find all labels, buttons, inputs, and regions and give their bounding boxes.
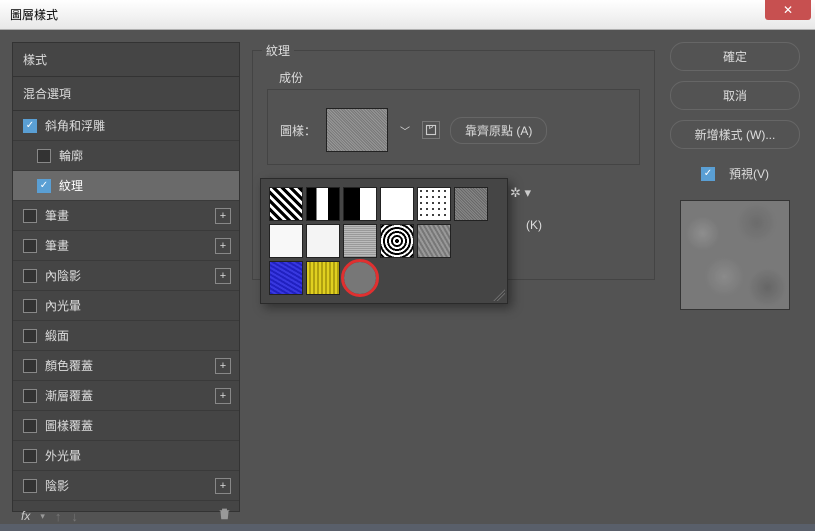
add-effect-button[interactable]: + xyxy=(215,478,231,494)
pattern-swatch[interactable] xyxy=(269,261,303,295)
pattern-swatch[interactable] xyxy=(306,224,340,258)
style-checkbox[interactable] xyxy=(23,329,37,343)
style-label: 內光暈 xyxy=(45,297,81,314)
style-row[interactable]: 外光暈 xyxy=(13,441,239,471)
style-row[interactable]: 顏色覆蓋 + xyxy=(13,351,239,381)
add-effect-button[interactable]: + xyxy=(215,208,231,224)
trash-icon[interactable] xyxy=(218,507,231,525)
gear-icon[interactable]: ✲ ▾ xyxy=(510,185,531,201)
style-row[interactable]: 筆畫 + xyxy=(13,231,239,261)
add-effect-button[interactable]: + xyxy=(215,388,231,404)
style-row[interactable]: 內光暈 xyxy=(13,291,239,321)
pattern-swatch[interactable] xyxy=(454,187,488,221)
style-checkbox[interactable] xyxy=(23,479,37,493)
resize-grip-icon[interactable] xyxy=(493,289,505,301)
ok-button[interactable]: 確定 xyxy=(670,42,800,71)
style-row[interactable]: 斜角和浮雕 xyxy=(13,111,239,141)
style-row[interactable]: 紋理 xyxy=(13,171,239,201)
elements-label: 成份 xyxy=(279,69,303,86)
snap-origin-button[interactable]: 靠齊原點 (A) xyxy=(450,117,547,144)
new-style-button[interactable]: 新增樣式 (W)... xyxy=(670,120,800,149)
fx-dropdown-icon[interactable]: ▾ xyxy=(40,511,45,522)
pattern-grid xyxy=(269,187,499,295)
styles-panel: 樣式 混合選項 斜角和浮雕輪廓紋理筆畫+筆畫+內陰影+內光暈緞面顏色覆蓋+漸層覆… xyxy=(12,42,240,512)
add-effect-button[interactable]: + xyxy=(215,358,231,374)
pattern-swatch[interactable] xyxy=(417,187,451,221)
pattern-picker: ✲ ▾ xyxy=(260,178,508,304)
preview-texture xyxy=(681,201,789,309)
preview-box xyxy=(680,200,790,310)
shortcut-label: (K) xyxy=(526,218,542,232)
style-checkbox[interactable] xyxy=(23,389,37,403)
styles-header[interactable]: 樣式 xyxy=(13,43,239,77)
style-checkbox[interactable] xyxy=(23,419,37,433)
style-row[interactable]: 筆畫 + xyxy=(13,201,239,231)
add-effect-button[interactable]: + xyxy=(215,238,231,254)
pattern-row: 圖樣： ﹀ 靠齊原點 (A) xyxy=(280,108,627,152)
pattern-swatch[interactable] xyxy=(380,187,414,221)
style-label: 內陰影 xyxy=(45,267,81,284)
style-label: 外光暈 xyxy=(45,447,81,464)
style-checkbox[interactable] xyxy=(37,149,51,163)
pattern-swatch[interactable] xyxy=(380,224,414,258)
style-checkbox[interactable] xyxy=(37,179,51,193)
texture-section-label: 紋理 xyxy=(262,42,294,59)
style-label: 顏色覆蓋 xyxy=(45,357,93,374)
style-checkbox[interactable] xyxy=(23,359,37,373)
cancel-button[interactable]: 取消 xyxy=(670,81,800,110)
style-label: 筆畫 xyxy=(45,207,69,224)
preview-checkbox[interactable] xyxy=(701,167,715,181)
titlebar: 圖層樣式 ✕ xyxy=(0,0,815,30)
style-checkbox[interactable] xyxy=(23,449,37,463)
pattern-swatch[interactable] xyxy=(306,261,340,295)
pattern-swatch[interactable] xyxy=(343,187,377,221)
preview-label: 預視(V) xyxy=(729,165,769,182)
style-row[interactable]: 緞面 xyxy=(13,321,239,351)
pattern-swatch xyxy=(454,224,488,258)
pattern-swatch[interactable] xyxy=(417,224,451,258)
arrow-up-icon[interactable]: ↑ xyxy=(55,509,62,524)
pattern-swatch[interactable] xyxy=(306,187,340,221)
pattern-swatch[interactable] xyxy=(343,224,377,258)
close-button[interactable]: ✕ xyxy=(765,0,811,20)
style-label: 圖樣覆蓋 xyxy=(45,417,93,434)
style-checkbox[interactable] xyxy=(23,209,37,223)
pattern-swatch[interactable] xyxy=(269,187,303,221)
style-checkbox[interactable] xyxy=(23,299,37,313)
pattern-dropdown-icon[interactable]: ﹀ xyxy=(398,121,412,140)
buttons-panel: 確定 取消 新增樣式 (W)... 預視(V) xyxy=(667,42,803,512)
style-label: 筆畫 xyxy=(45,237,69,254)
styles-footer: fx ▾ ↑ ↓ xyxy=(13,501,239,531)
style-label: 斜角和浮雕 xyxy=(45,117,105,134)
style-label: 緞面 xyxy=(45,327,69,344)
style-row[interactable]: 陰影 + xyxy=(13,471,239,501)
pattern-swatch[interactable] xyxy=(269,224,303,258)
pattern-swatch[interactable] xyxy=(343,261,377,295)
pattern-thumbnail[interactable] xyxy=(326,108,388,152)
preview-row: 預視(V) xyxy=(701,165,769,182)
style-row[interactable]: 圖樣覆蓋 xyxy=(13,411,239,441)
pattern-label: 圖樣： xyxy=(280,122,316,139)
style-checkbox[interactable] xyxy=(23,119,37,133)
style-row[interactable]: 漸層覆蓋 + xyxy=(13,381,239,411)
style-label: 紋理 xyxy=(59,177,83,194)
style-checkbox[interactable] xyxy=(23,239,37,253)
dialog-body: 樣式 混合選項 斜角和浮雕輪廓紋理筆畫+筆畫+內陰影+內光暈緞面顏色覆蓋+漸層覆… xyxy=(0,30,815,524)
new-preset-icon[interactable] xyxy=(422,121,440,139)
blending-options[interactable]: 混合選項 xyxy=(13,77,239,111)
style-label: 陰影 xyxy=(45,477,69,494)
fx-label[interactable]: fx xyxy=(21,509,30,523)
window-title: 圖層樣式 xyxy=(0,6,58,23)
style-label: 漸層覆蓋 xyxy=(45,387,93,404)
elements-group: 圖樣： ﹀ 靠齊原點 (A) xyxy=(267,89,640,165)
style-row[interactable]: 內陰影 + xyxy=(13,261,239,291)
arrow-down-icon[interactable]: ↓ xyxy=(71,509,78,524)
add-effect-button[interactable]: + xyxy=(215,268,231,284)
style-row[interactable]: 輪廓 xyxy=(13,141,239,171)
style-checkbox[interactable] xyxy=(23,269,37,283)
style-label: 輪廓 xyxy=(59,147,83,164)
